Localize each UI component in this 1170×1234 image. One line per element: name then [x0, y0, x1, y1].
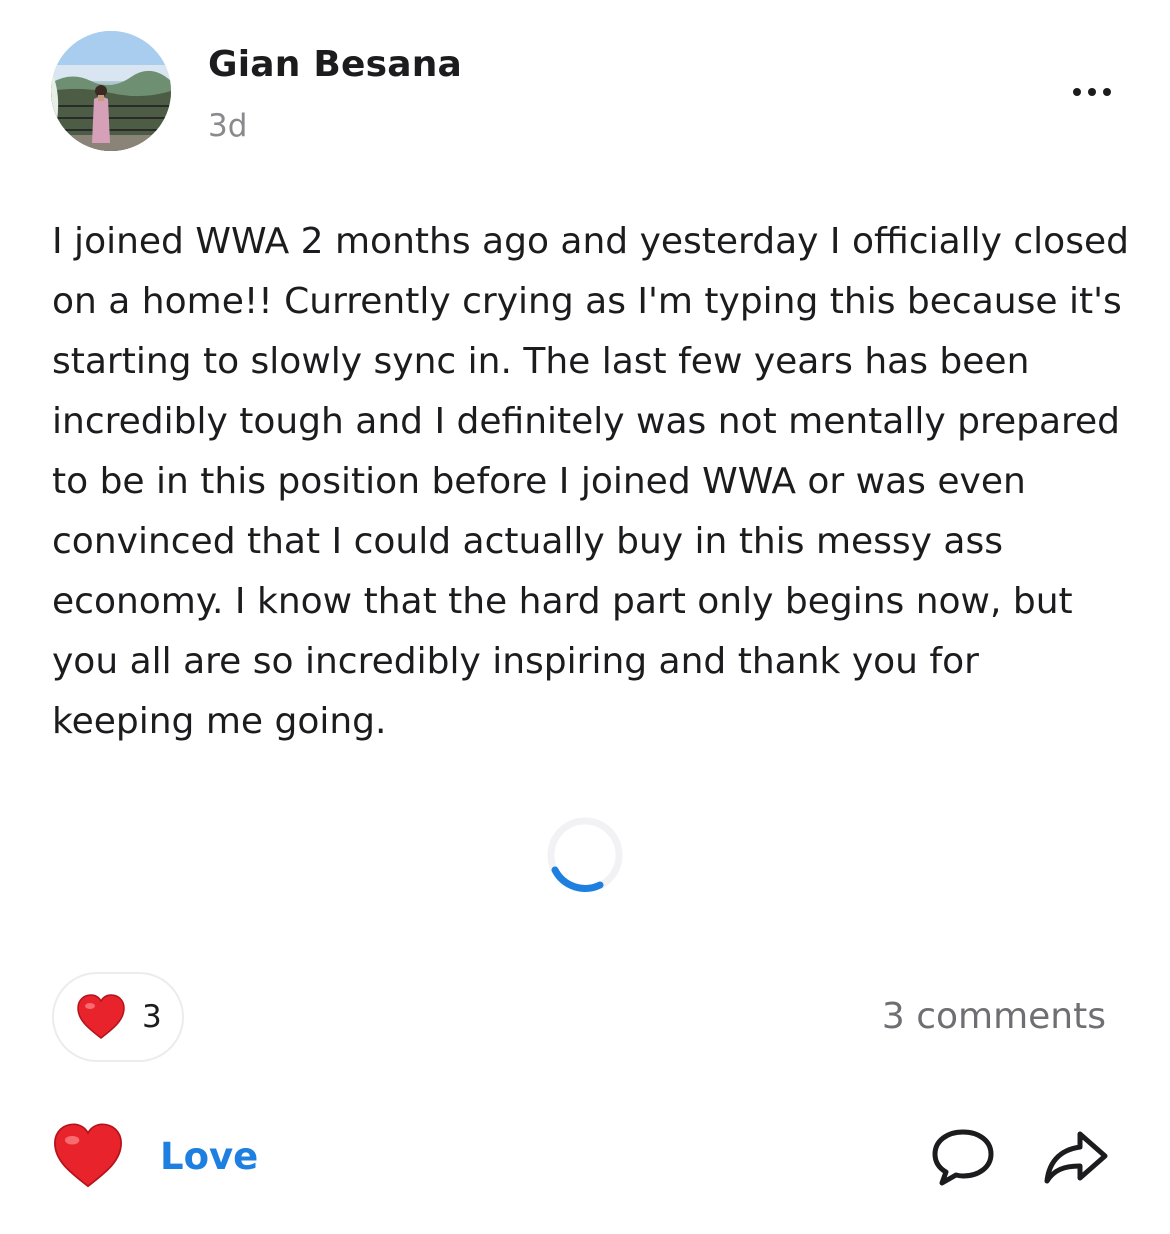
loading-spinner-icon — [544, 814, 626, 896]
share-arrow-icon[interactable] — [1042, 1126, 1110, 1188]
comment-bubble-icon[interactable] — [930, 1126, 996, 1188]
post-timestamp: 3d — [208, 108, 248, 144]
heart-icon — [77, 994, 125, 1039]
heart-icon — [54, 1123, 122, 1188]
post-card: Gian Besana 3d I joined WWA 2 months ago… — [0, 0, 1170, 1234]
post-body: I joined WWA 2 months ago and yesterday … — [52, 221, 1129, 742]
reaction-count: 3 — [142, 999, 162, 1035]
reaction-summary[interactable]: 3 — [52, 972, 184, 1062]
avatar[interactable] — [51, 31, 171, 151]
more-options-icon[interactable] — [1062, 76, 1122, 108]
love-button[interactable]: Love — [52, 1118, 258, 1194]
comments-count-link[interactable]: 3 comments — [882, 996, 1106, 1037]
love-label: Love — [160, 1134, 259, 1178]
author-name[interactable]: Gian Besana — [208, 44, 462, 85]
